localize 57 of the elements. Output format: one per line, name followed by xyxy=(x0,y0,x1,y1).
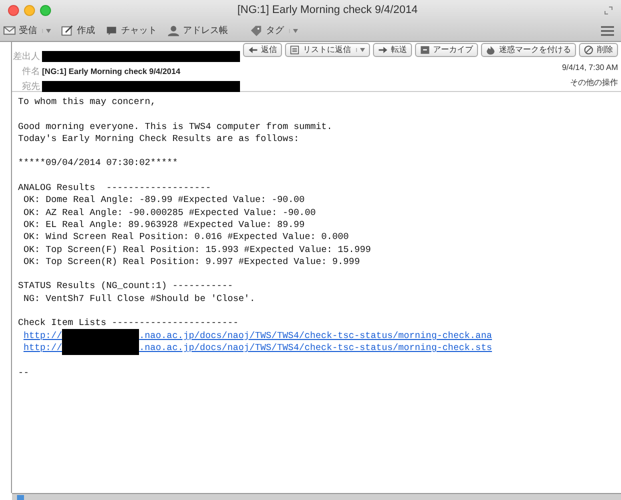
url-link[interactable]: http:// xyxy=(24,330,62,342)
url-link[interactable]: .nao.ac.jp/docs/naoj/TWS/TWS4/check-tsc-status/morning-check.ana xyxy=(139,330,492,342)
action-button[interactable]: 転送 xyxy=(373,43,412,57)
caret-icon xyxy=(293,28,298,32)
forward-arrow-icon xyxy=(378,45,388,55)
action-button[interactable]: リストに返信 xyxy=(285,43,370,57)
body-text-line: ANALOG Results ------------------- xyxy=(18,182,211,194)
body-text-line: Check Item Lists ----------------------- xyxy=(18,317,239,330)
menu-icon[interactable] xyxy=(601,26,614,36)
list-icon xyxy=(290,45,300,55)
archive-box-icon xyxy=(420,45,430,55)
action-button[interactable]: 返信 xyxy=(243,43,282,57)
pencil-icon xyxy=(61,24,74,36)
body-text-line: STATUS Results (NG_count:1) ----------- xyxy=(18,280,234,293)
field-label: 件名 xyxy=(21,64,40,78)
body-text-line: OK: Top Screen(R) Real Position: 9.997 #Expected Value: 9.999 xyxy=(22,256,360,268)
field-label: 差出人 xyxy=(12,50,40,63)
body-text-line: To whom this may concern, xyxy=(18,96,156,108)
action-button[interactable]: 迷惑マークを付ける xyxy=(481,43,576,57)
minimize-button[interactable] xyxy=(24,4,35,16)
network-icon xyxy=(15,494,25,500)
field-label: 宛先 xyxy=(21,80,40,93)
body-text-line: OK: AZ Real Angle: -90.000285 #Expected Value: -90.00 xyxy=(22,206,316,219)
body-text-line: OK: Top Screen(F) Real Position: 15.993 #Expected Value: 15.999 xyxy=(22,244,371,256)
body-text-line: *****09/04/2014 07:30:02***** xyxy=(18,157,178,170)
body-text-line: OK: EL Real Angle: 89.963928 #Expected Value: 89.99 xyxy=(22,218,305,232)
tag-icon xyxy=(250,24,263,36)
action-button[interactable]: 削除 xyxy=(579,43,618,57)
subject-text: [NG:1] Early Morning check 9/4/2014 xyxy=(42,66,180,78)
body-text-line: OK: Wind Screen Real Position: 0.016 #Expected Value: 0.000 xyxy=(22,231,349,244)
envelope-icon xyxy=(3,24,16,36)
date-text: 9/4/14, 7:30 AM xyxy=(562,62,618,74)
toolbar-button[interactable]: アドレス帳 xyxy=(167,24,228,38)
body-text-line: OK: Dome Real Angle: -89.99 #Expected Value: -90.00 xyxy=(22,194,305,207)
toolbar-button[interactable]: 受信 xyxy=(3,24,51,38)
toolbar-button[interactable]: 作成 xyxy=(61,24,95,38)
body-text-line: Today's Early Morning Check Results are as follows: xyxy=(18,132,300,146)
toolbar-button[interactable]: タグ xyxy=(250,24,298,38)
fullscreen-icon[interactable] xyxy=(604,6,613,14)
caret-icon xyxy=(46,28,51,32)
toolbar-button[interactable]: チャット xyxy=(105,24,157,38)
person-icon xyxy=(167,24,180,36)
caret-icon xyxy=(360,48,365,52)
action-button[interactable]: アーカイブ xyxy=(415,43,478,57)
url-link[interactable]: http:// xyxy=(24,342,62,354)
more-actions-link[interactable]: その他の操作 xyxy=(570,77,618,89)
close-button[interactable] xyxy=(8,4,19,16)
prohibited-icon xyxy=(584,45,594,55)
body-text-line: NG: VentSh7 Full Close #Should be 'Close'. xyxy=(22,292,256,306)
body-text-line: Good morning everyone. This is TWS4 computer from summit. xyxy=(18,120,332,133)
chat-bubble-icon xyxy=(105,24,118,36)
flame-icon xyxy=(486,45,496,55)
reply-arrow-icon xyxy=(248,45,258,55)
zoom-button[interactable] xyxy=(40,4,51,16)
url-link[interactable]: .nao.ac.jp/docs/naoj/TWS/TWS4/check-tsc-status/morning-check.sts xyxy=(139,342,492,354)
window-title: [NG:1] Early Morning check 9/4/2014 xyxy=(236,2,419,18)
body-text-line: -- xyxy=(18,366,30,379)
